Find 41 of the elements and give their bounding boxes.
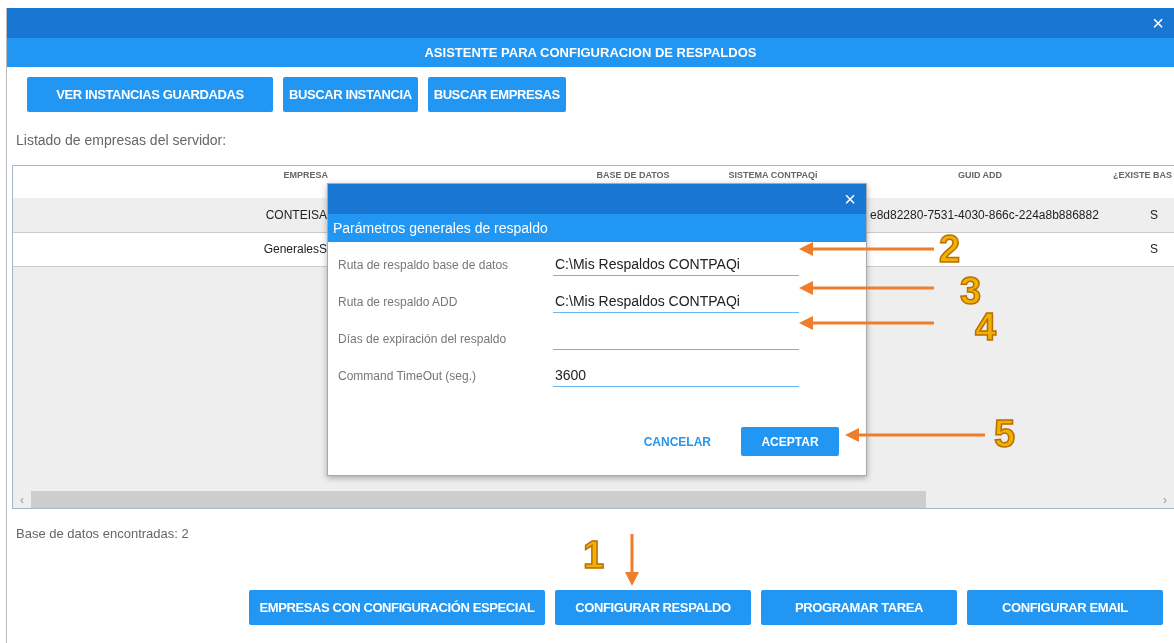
dialog-title: Parámetros generales de respaldo [328, 214, 866, 242]
action-button[interactable]: CONFIGURAR RESPALDO [555, 590, 751, 625]
column-header: GUID ADD [957, 170, 1003, 180]
field-label: Días de expiración del respaldo [338, 330, 508, 348]
close-button[interactable]: × [834, 189, 866, 209]
action-button[interactable]: CONFIGURAR EMAIL [967, 590, 1163, 625]
field-label: Command TimeOut (seg.) [338, 367, 478, 385]
toolbar-button[interactable]: BUSCAR EMPRESAS [427, 77, 566, 112]
table-cell: CONTEISA [265, 207, 327, 222]
field-label: Ruta de respaldo base de datos [338, 256, 510, 274]
step-number: 5 [994, 415, 1016, 453]
cancel-button[interactable]: CANCELAR [637, 431, 717, 452]
toolbar-button[interactable]: BUSCAR INSTANCIA [283, 77, 418, 112]
column-header: SISTEMA CONTPAQi [728, 170, 818, 180]
input-field[interactable]: C:\Mis Respaldos CONTPAQi [553, 253, 799, 276]
action-button[interactable]: EMPRESAS CON CONFIGURACIÓN ESPECIAL [249, 590, 545, 625]
step-number: 2 [939, 230, 961, 268]
toolbar-button[interactable]: VER INSTANCIAS GUARDADAS [27, 77, 273, 112]
close-button[interactable]: × [1142, 13, 1174, 33]
action-button[interactable]: PROGRAMAR TAREA [761, 590, 957, 625]
column-header: BASE DE DATOS [596, 170, 670, 180]
scroll-left-button[interactable]: ‹ [13, 490, 31, 509]
found-count: Base de datos encontradas: 2 [15, 525, 190, 543]
step-number: 1 [583, 536, 605, 574]
window-title: ASISTENTE PARA CONFIGURACION DE RESPALDOS [7, 38, 1174, 67]
table-cell: S [1150, 242, 1158, 256]
accept-button[interactable]: ACEPTAR [741, 427, 839, 456]
arrow [625, 534, 639, 586]
table-cell: S [1150, 207, 1158, 222]
column-header: ¿EXISTE BAS [1113, 170, 1172, 180]
input-field[interactable]: C:\Mis Respaldos CONTPAQi [553, 290, 799, 313]
field-label: Ruta de respaldo ADD [338, 293, 459, 311]
table-cell: e8d82280-7531-4030-866c-224a8b886882 [870, 207, 1099, 222]
table-cell: GeneralesS [263, 242, 327, 256]
column-header: EMPRESA [283, 170, 328, 180]
scrollbar-thumb[interactable] [31, 491, 926, 508]
input-field[interactable]: 3600 [553, 364, 799, 387]
scroll-right-button[interactable]: › [1156, 490, 1174, 509]
step-number: 3 [960, 272, 982, 310]
step-number: 4 [975, 308, 997, 346]
list-label: Listado de empresas del servidor: [15, 131, 228, 150]
